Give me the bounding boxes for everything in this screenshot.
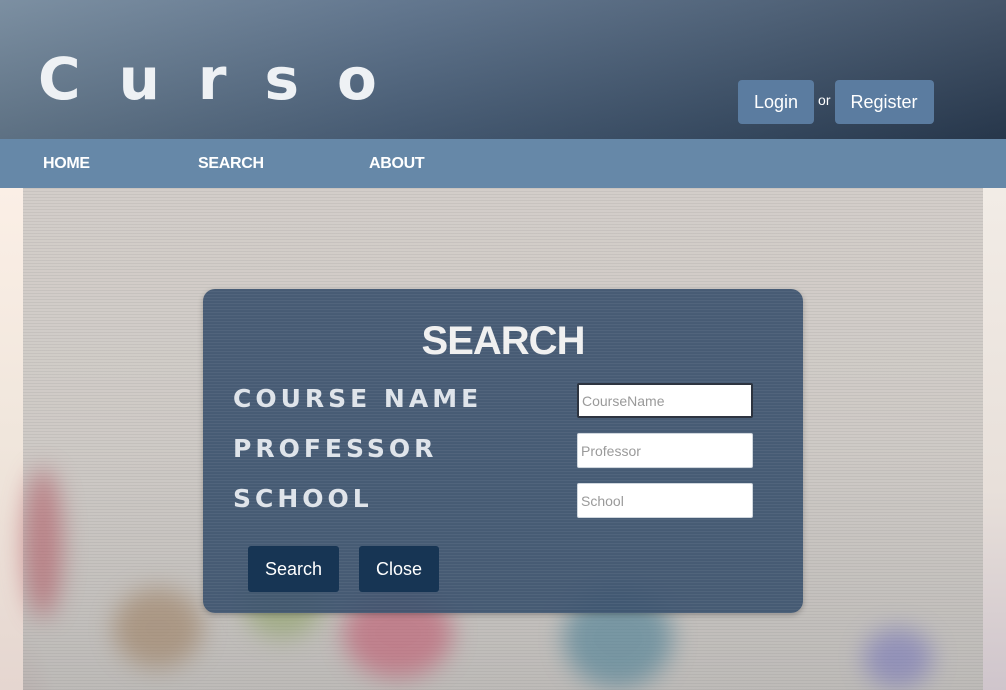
school-label: SCHOOL <box>233 484 373 513</box>
register-button[interactable]: Register <box>834 80 934 124</box>
nav-item-about[interactable]: ABOUT <box>369 155 425 173</box>
background-left-edge <box>0 188 23 690</box>
auth-controls: Login or Register <box>738 80 934 124</box>
professor-label: PROFESSOR <box>233 434 438 463</box>
site-logo[interactable]: Curso <box>38 50 415 108</box>
search-modal: SEARCH COURSE NAME PROFESSOR SCHOOL Sear… <box>203 289 803 613</box>
close-button[interactable]: Close <box>359 546 440 592</box>
site-header: Curso Login or Register <box>0 0 1006 139</box>
course-name-label: COURSE NAME <box>233 384 483 413</box>
background-right-edge <box>983 188 1006 690</box>
school-input[interactable] <box>577 483 753 518</box>
modal-title: SEARCH <box>421 319 586 363</box>
main-nav: HOME SEARCH ABOUT <box>0 139 1006 188</box>
professor-input[interactable] <box>577 433 753 468</box>
auth-or-text: or <box>818 92 831 108</box>
login-button[interactable]: Login <box>738 80 815 124</box>
nav-item-home[interactable]: HOME <box>43 155 90 173</box>
course-name-input[interactable] <box>577 383 753 418</box>
nav-item-search[interactable]: SEARCH <box>198 155 264 173</box>
search-button[interactable]: Search <box>248 546 340 592</box>
